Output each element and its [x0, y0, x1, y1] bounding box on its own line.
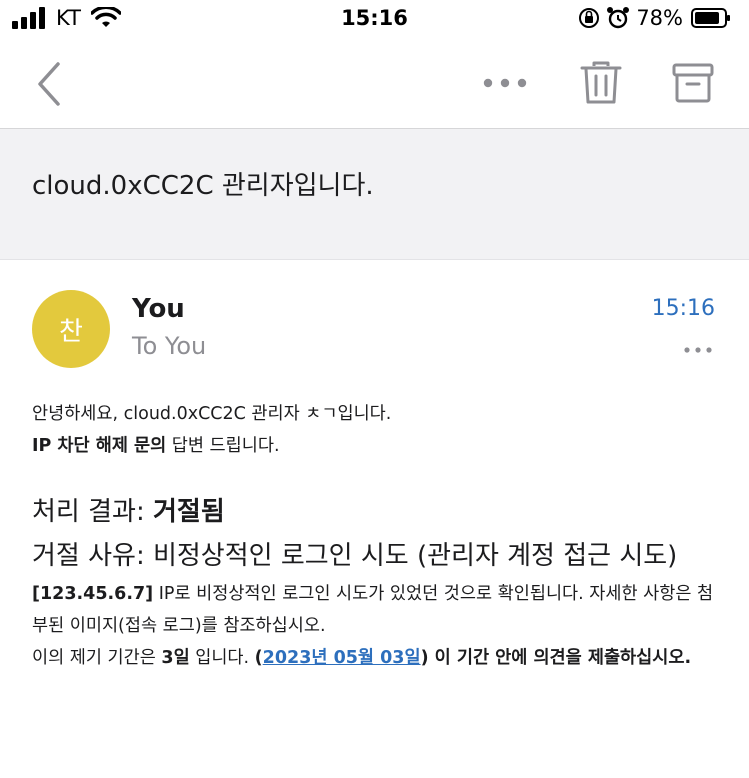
- period-suffix: ) 이 기간 안에 의견을 제출하십시오.: [420, 648, 692, 668]
- topic-rest: 답변 드립니다.: [166, 436, 280, 456]
- reason-line: 거절 사유: 비정상적인 로그인 시도 (관리자 계정 접근 시도): [32, 541, 678, 571]
- detail-paragraph: [123.45.6.7] IP로 비정상적인 로그인 시도가 있었던 것으로 확…: [32, 578, 722, 642]
- topic-bold: IP 차단 해제 문의: [32, 436, 167, 456]
- orientation-lock-icon: [579, 8, 600, 28]
- result-value: 거절됨: [152, 497, 225, 527]
- period-paragraph: 이의 제기 기간은 3일 입니다. (2023년 05월 03일) 이 기간 안…: [32, 642, 722, 674]
- email-subject: cloud.0xCC2C 관리자입니다.: [32, 171, 374, 201]
- alarm-icon: [607, 7, 630, 29]
- status-bar: KT 15:16 78%: [0, 0, 749, 40]
- status-right: 78%: [578, 6, 731, 30]
- period-prefix: 이의 제기 기간은: [32, 648, 162, 668]
- sent-time: 15:16: [651, 296, 715, 321]
- period-days: 3일: [161, 648, 190, 668]
- subject-area: cloud.0xCC2C 관리자입니다.: [0, 129, 749, 260]
- trash-icon[interactable]: [580, 60, 622, 106]
- greeting-line: 안녕하세요, cloud.0xCC2C 관리자 ㅊㄱ입니다.: [32, 404, 392, 424]
- recipient-line[interactable]: To You: [132, 332, 206, 360]
- result-label: 처리 결과:: [32, 497, 153, 527]
- topic-line: IP 차단 해제 문의 답변 드립니다.: [32, 430, 722, 462]
- period-mid: 입니다.: [189, 648, 255, 668]
- paren-open: (: [254, 648, 263, 668]
- ip-address: [123.45.6.7]: [32, 584, 154, 604]
- battery-percent: 78%: [636, 6, 683, 30]
- archive-icon[interactable]: [672, 62, 714, 104]
- avatar[interactable]: 찬: [32, 290, 110, 368]
- email-body: 안녕하세요, cloud.0xCC2C 관리자 ㅊㄱ입니다. IP 차단 해제 …: [32, 398, 722, 674]
- battery-icon: [691, 8, 730, 28]
- result-line: 처리 결과: 거절됨: [32, 490, 722, 534]
- sender-row: 찬 You To You 15:16: [0, 260, 749, 370]
- nav-bar: [0, 40, 749, 129]
- message-more-icon[interactable]: [683, 340, 713, 360]
- more-options-icon[interactable]: [480, 68, 530, 98]
- sender-name[interactable]: You: [132, 294, 185, 324]
- deadline-date-link[interactable]: 2023년 05월 03일: [263, 648, 421, 668]
- back-chevron-icon[interactable]: [30, 60, 70, 108]
